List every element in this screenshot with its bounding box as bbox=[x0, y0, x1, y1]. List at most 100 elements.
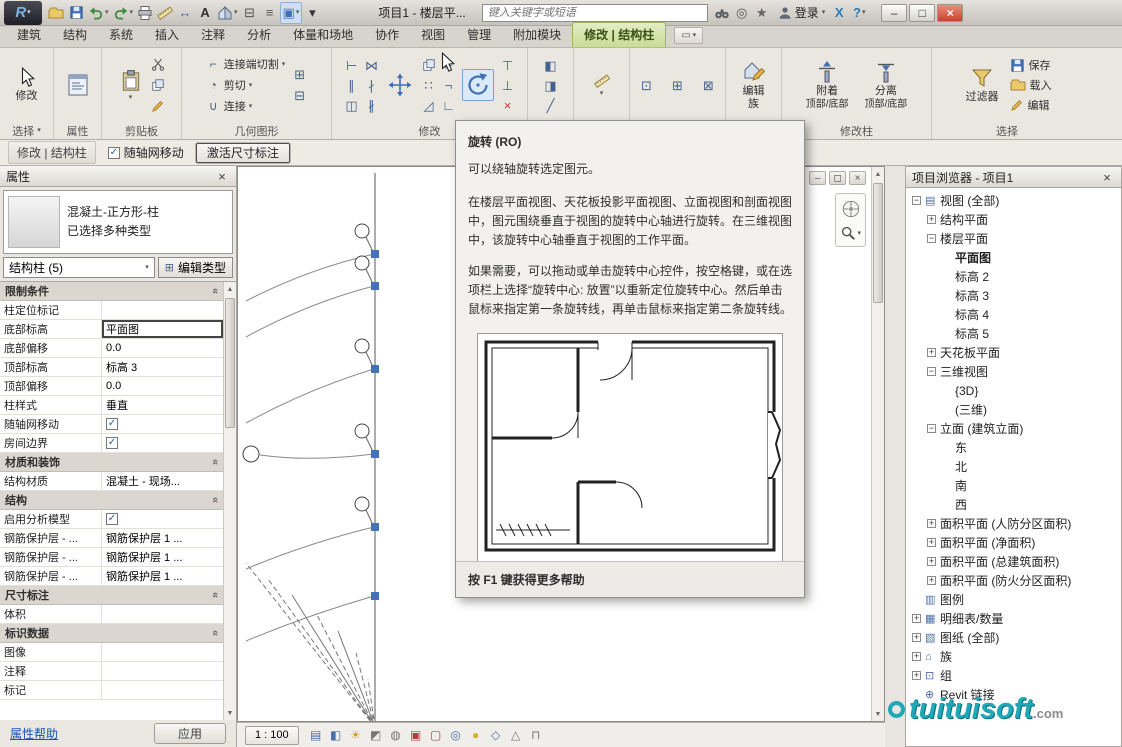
ribbon-tab-2[interactable]: 结构 bbox=[52, 23, 98, 47]
property-value[interactable] bbox=[102, 681, 223, 699]
visual-style-icon[interactable]: ◧ bbox=[327, 726, 345, 744]
tree-item[interactable]: +面积平面 (防火分区面积) bbox=[906, 571, 1121, 590]
element-filter-select[interactable]: 结构柱 (5)▾ bbox=[3, 257, 155, 278]
default-3d-view-icon[interactable]: ▾ bbox=[215, 2, 240, 24]
open-icon[interactable] bbox=[46, 2, 66, 24]
scroll-thumb[interactable] bbox=[225, 298, 235, 428]
ribbon-tab-active-contextual[interactable]: 修改 | 结构柱 bbox=[572, 22, 666, 47]
ribbon-tab-10[interactable]: 管理 bbox=[456, 23, 502, 47]
doc-close-button[interactable]: × bbox=[849, 171, 866, 185]
view-scale-button[interactable]: 1 : 100 bbox=[245, 726, 299, 745]
property-value[interactable] bbox=[102, 605, 223, 623]
activate-dimensions-button[interactable]: 激活尺寸标注 bbox=[196, 143, 290, 163]
property-value[interactable]: 钢筋保护层 1 ... bbox=[102, 548, 223, 566]
application-menu-button[interactable]: R ▾ bbox=[4, 1, 42, 25]
attach-top-base-button[interactable]: 附着 顶部/底部 bbox=[803, 58, 852, 112]
ribbon-tab-1[interactable]: 建筑 bbox=[6, 23, 52, 47]
tree-item[interactable]: {3D} bbox=[906, 381, 1121, 400]
section-icon[interactable]: ⊟ bbox=[240, 2, 260, 24]
tree-item[interactable]: 西 bbox=[906, 495, 1121, 514]
save-selection-button[interactable]: 保存 bbox=[1010, 56, 1052, 75]
undo-icon[interactable]: ▾ bbox=[86, 2, 111, 24]
thin-lines-icon[interactable]: ≡ bbox=[260, 2, 280, 24]
temporary-hide-isolate-icon[interactable]: ◎ bbox=[447, 726, 465, 744]
tree-item[interactable]: +结构平面 bbox=[906, 210, 1121, 229]
mirror-pick-axis-icon[interactable]: ◫ bbox=[342, 96, 361, 115]
delete-icon[interactable]: × bbox=[498, 96, 517, 115]
temporary-view-properties-icon[interactable]: ◇ bbox=[487, 726, 505, 744]
tree-item[interactable]: +面积平面 (人防分区面积) bbox=[906, 514, 1121, 533]
property-value[interactable] bbox=[102, 643, 223, 661]
edit-family-button[interactable]: 编辑族 bbox=[738, 58, 770, 112]
ribbon-tab-7[interactable]: 体量和场地 bbox=[282, 23, 364, 47]
tree-item[interactable]: +⊡组 bbox=[906, 666, 1121, 685]
measure-icon[interactable] bbox=[155, 2, 175, 24]
tree-item[interactable]: 标高 2 bbox=[906, 267, 1121, 286]
redo-icon[interactable]: ▾ bbox=[111, 2, 136, 24]
shadows-icon[interactable]: ◩ bbox=[367, 726, 385, 744]
tree-item[interactable]: +▦明细表/数量 bbox=[906, 609, 1121, 628]
close-button[interactable]: × bbox=[937, 4, 963, 22]
split-with-gap-icon[interactable]: ∦ bbox=[362, 96, 381, 115]
crop-view-icon[interactable]: ▣ bbox=[407, 726, 425, 744]
search-binoculars-icon[interactable] bbox=[712, 2, 732, 24]
subscription-center-icon[interactable]: ◎ bbox=[732, 2, 752, 24]
ribbon-tab-3[interactable]: 系统 bbox=[98, 23, 144, 47]
hide-elements-icon[interactable]: ◨ bbox=[541, 76, 560, 95]
ribbon-tab-5[interactable]: 注释 bbox=[190, 23, 236, 47]
ribbon-tab-11[interactable]: 附加模块 bbox=[502, 23, 572, 47]
scale-icon[interactable]: ◿ bbox=[419, 96, 438, 115]
tree-item[interactable]: ▥图例 bbox=[906, 590, 1121, 609]
tree-item[interactable]: 标高 4 bbox=[906, 305, 1121, 324]
trim-extend-single-icon[interactable]: ¬ bbox=[439, 76, 458, 95]
tree-item[interactable]: 标高 3 bbox=[906, 286, 1121, 305]
tree-item[interactable]: 南 bbox=[906, 476, 1121, 495]
text-icon[interactable]: A bbox=[195, 2, 215, 24]
trim-extend-multiple-icon[interactable]: ∟ bbox=[439, 96, 458, 115]
scroll-up-icon[interactable]: ▲ bbox=[224, 282, 236, 296]
sign-in-button[interactable]: 登录 ▾ bbox=[778, 4, 826, 21]
load-selection-button[interactable]: 载入 bbox=[1010, 76, 1052, 95]
copy-icon[interactable] bbox=[419, 56, 438, 75]
wall-joins-icon[interactable]: ⊞ bbox=[290, 65, 309, 84]
properties-header[interactable]: 属性 × bbox=[0, 166, 236, 187]
tree-item[interactable]: −三维视图 bbox=[906, 362, 1121, 381]
property-value[interactable]: ✓ bbox=[102, 434, 223, 452]
detail-level-icon[interactable]: ▤ bbox=[307, 726, 325, 744]
tree-item[interactable]: 北 bbox=[906, 457, 1121, 476]
show-rendering-dialog-icon[interactable]: ◍ bbox=[387, 726, 405, 744]
doc-minimize-button[interactable]: – bbox=[809, 171, 826, 185]
property-value[interactable]: 平面图 bbox=[102, 320, 223, 338]
reveal-hidden-elements-icon[interactable]: ● bbox=[467, 726, 485, 744]
edit-type-button[interactable]: ⊞ 编辑类型 bbox=[158, 257, 233, 278]
tree-item[interactable]: +面积平面 (总建筑面积) bbox=[906, 552, 1121, 571]
property-value[interactable]: 钢筋保护层 1 ... bbox=[102, 529, 223, 547]
scroll-up-icon[interactable]: ▲ bbox=[872, 167, 884, 181]
show-crop-region-icon[interactable]: ▢ bbox=[427, 726, 445, 744]
edit-selection-button[interactable]: 编辑 bbox=[1010, 96, 1052, 115]
copy-to-clipboard-icon[interactable] bbox=[149, 76, 168, 95]
help-icon[interactable]: ?▾ bbox=[849, 2, 869, 24]
match-type-icon[interactable] bbox=[149, 97, 168, 116]
favorites-icon[interactable]: ★ bbox=[752, 2, 772, 24]
property-value[interactable]: 钢筋保护层 1 ... bbox=[102, 567, 223, 585]
linework-icon[interactable]: ╱ bbox=[541, 96, 560, 115]
search-input[interactable] bbox=[482, 4, 708, 22]
ribbon-tab-8[interactable]: 协作 bbox=[364, 23, 410, 47]
property-value[interactable] bbox=[102, 662, 223, 680]
property-group-header[interactable]: 材质和装饰« bbox=[0, 453, 223, 472]
properties-button[interactable] bbox=[63, 71, 93, 99]
cut-icon[interactable] bbox=[149, 55, 168, 74]
property-value[interactable]: 0.0 bbox=[102, 339, 223, 357]
override-graphics-icon[interactable]: ◧ bbox=[541, 56, 560, 75]
property-value[interactable]: 混凝土 - 现场... bbox=[102, 472, 223, 490]
tree-item[interactable]: +▧图纸 (全部) bbox=[906, 628, 1121, 647]
constraints-icon[interactable]: ⊓ bbox=[527, 726, 545, 744]
create-group-icon[interactable]: ⊞ bbox=[668, 76, 687, 95]
steering-wheel-icon[interactable] bbox=[840, 198, 862, 220]
aligned-dimension-icon[interactable]: ↔ bbox=[175, 2, 195, 24]
exchange-apps-icon[interactable]: X bbox=[829, 2, 849, 24]
zoom-icon[interactable]: ▾ bbox=[839, 224, 862, 242]
minimize-button[interactable]: – bbox=[881, 4, 907, 22]
scroll-down-icon[interactable]: ▼ bbox=[224, 706, 236, 720]
